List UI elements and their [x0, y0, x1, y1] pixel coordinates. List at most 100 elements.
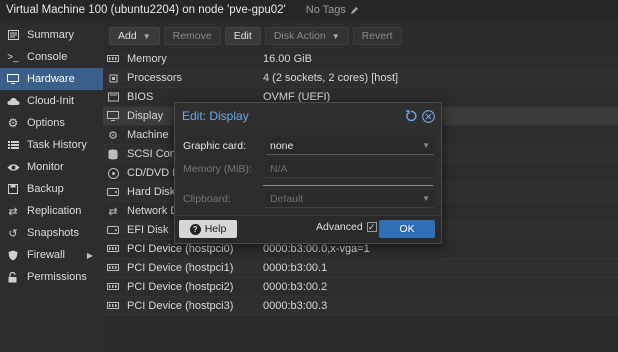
shield-icon: [6, 249, 20, 261]
hardware-name: PCI Device (hostpci0): [127, 243, 234, 255]
hardware-row[interactable]: PCI Device (hostpci1) 0000:b3:00.1: [103, 259, 618, 278]
hardware-value: 16.00 GiB: [263, 53, 312, 65]
dialog-separator: [263, 185, 433, 186]
sidebar-item-firewall[interactable]: Firewall ▶: [0, 244, 103, 266]
ok-button[interactable]: OK: [379, 220, 435, 238]
monitor-icon: [6, 73, 20, 85]
retweet-icon: ⇄: [8, 205, 18, 218]
chevron-down-icon[interactable]: ▼: [422, 141, 430, 150]
sidebar-item-hardware[interactable]: Hardware: [0, 68, 103, 90]
help-button[interactable]: ? Help: [179, 220, 237, 238]
sidebar-item-summary[interactable]: Summary: [0, 24, 103, 46]
hardware-row[interactable]: PCI Device (hostpci2) 0000:b3:00.2: [103, 278, 618, 297]
disk-action-button[interactable]: Disk Action ▼: [264, 27, 349, 45]
sidebar-item-backup[interactable]: Backup: [0, 178, 103, 200]
hardware-value: 0000:b3:00.1: [263, 262, 328, 274]
edit-display-dialog: Edit: Display Graphic card: none ▼ Memor…: [174, 102, 442, 244]
sidebar-item-console[interactable]: >_ Console: [0, 46, 103, 68]
revert-button-label: Revert: [361, 30, 393, 42]
graphic-card-value: none: [270, 139, 294, 152]
cloud-icon: [6, 95, 20, 107]
sidebar-item-snapshots[interactable]: ↺ Snapshots: [0, 222, 103, 244]
pencil-icon[interactable]: [350, 6, 359, 15]
cpu-icon: [106, 73, 120, 84]
desktop-icon: [106, 111, 120, 122]
tags-text: No Tags: [305, 4, 346, 16]
reset-icon[interactable]: [404, 110, 417, 123]
sidebar-item-permissions[interactable]: Permissions: [0, 266, 103, 288]
edit-button-label: Edit: [233, 30, 252, 42]
clipboard-row: Clipboard: Default ▼: [183, 190, 434, 208]
hdd-icon: [106, 187, 120, 198]
console-icon: >_: [7, 51, 19, 63]
sidebar-item-label: Snapshots: [27, 227, 79, 239]
advanced-label: Advanced: [316, 221, 363, 233]
sidebar-item-replication[interactable]: ⇄ Replication: [0, 200, 103, 222]
pci-icon: [106, 301, 120, 312]
clipboard-value: Default: [270, 192, 304, 205]
hardware-name: PCI Device (hostpci3): [127, 300, 234, 312]
dialog-footer: ? Help Advanced ✓ OK: [175, 215, 441, 243]
sidebar-item-cloud-init[interactable]: Cloud-Init: [0, 90, 103, 112]
remove-button[interactable]: Remove: [163, 27, 221, 45]
pci-icon: [106, 263, 120, 274]
sidebar-item-label: Replication: [27, 205, 82, 217]
remove-button-label: Remove: [172, 30, 212, 42]
chevron-down-icon: ▼: [331, 31, 340, 41]
add-button[interactable]: Add ▼: [109, 27, 160, 45]
sidebar-item-label: Firewall: [27, 249, 65, 261]
floppy-icon: [6, 183, 20, 195]
advanced-checkbox-group[interactable]: Advanced ✓: [316, 221, 377, 233]
chevron-down-icon[interactable]: ▼: [422, 194, 430, 203]
eye-icon: [6, 161, 20, 173]
advanced-checkbox[interactable]: ✓: [366, 222, 377, 232]
close-icon[interactable]: [422, 109, 435, 123]
gear-icon: ⚙: [7, 116, 19, 130]
unlock-icon: [6, 271, 20, 283]
sidebar-item-label: Backup: [27, 183, 64, 195]
question-icon: ?: [189, 223, 201, 235]
exchange-icon: ⇄: [108, 205, 118, 218]
memory-value: N/A: [270, 162, 288, 175]
help-button-label: Help: [204, 223, 227, 235]
cdrom-icon: [106, 167, 120, 179]
revert-button[interactable]: Revert: [352, 27, 402, 45]
hardware-name: Processors: [127, 72, 183, 84]
sidebar-item-label: Console: [27, 51, 68, 63]
clipboard-select[interactable]: Default ▼: [266, 190, 434, 208]
edit-button[interactable]: Edit: [224, 27, 261, 45]
hardware-name: Memory: [127, 53, 167, 65]
graphic-card-select[interactable]: none ▼: [266, 137, 434, 155]
hardware-name: PCI Device (hostpci1): [127, 262, 234, 274]
dialog-header: Edit: Display: [175, 103, 441, 129]
hdd-icon: [106, 225, 120, 236]
list-icon: [6, 139, 20, 151]
memory-icon: [106, 54, 120, 65]
add-button-label: Add: [118, 30, 137, 42]
hardware-row[interactable]: PCI Device (hostpci3) 0000:b3:00.3: [103, 297, 618, 316]
hardware-name: PCI Device (hostpci2): [127, 281, 234, 293]
pci-icon: [106, 282, 120, 293]
hardware-toolbar: Add ▼ Remove Edit Disk Action ▼ Revert: [103, 24, 618, 48]
memory-row: Memory (MiB): N/A: [183, 160, 434, 178]
sidebar-item-label: Options: [27, 117, 65, 129]
hardware-row[interactable]: Memory 16.00 GiB: [103, 50, 618, 69]
tags-label[interactable]: No Tags: [306, 4, 359, 16]
sidebar-item-monitor[interactable]: Monitor: [0, 156, 103, 178]
hardware-row[interactable]: Processors 4 (2 sockets, 2 cores) [host]: [103, 69, 618, 88]
hardware-value: 0000:b3:00.3: [263, 300, 328, 312]
clipboard-label: Clipboard:: [183, 193, 231, 205]
sidebar-item-label: Task History: [27, 139, 87, 151]
memory-field[interactable]: N/A: [266, 160, 434, 178]
sidebar-item-options[interactable]: ⚙ Options: [0, 112, 103, 134]
sidebar: Summary >_ Console Hardware Cloud-Init ⚙…: [0, 24, 103, 352]
ok-button-label: OK: [399, 223, 415, 235]
expand-arrow-icon[interactable]: ▶: [87, 251, 93, 260]
chip-icon: [106, 92, 120, 103]
hardware-value: 0000:b3:00.2: [263, 281, 328, 293]
hardware-value: 0000:b3:00.0,x-vga=1: [263, 243, 370, 255]
sidebar-item-task-history[interactable]: Task History: [0, 134, 103, 156]
sidebar-item-label: Summary: [27, 29, 75, 41]
database-icon: [106, 149, 120, 160]
chevron-down-icon: ▼: [142, 31, 151, 41]
